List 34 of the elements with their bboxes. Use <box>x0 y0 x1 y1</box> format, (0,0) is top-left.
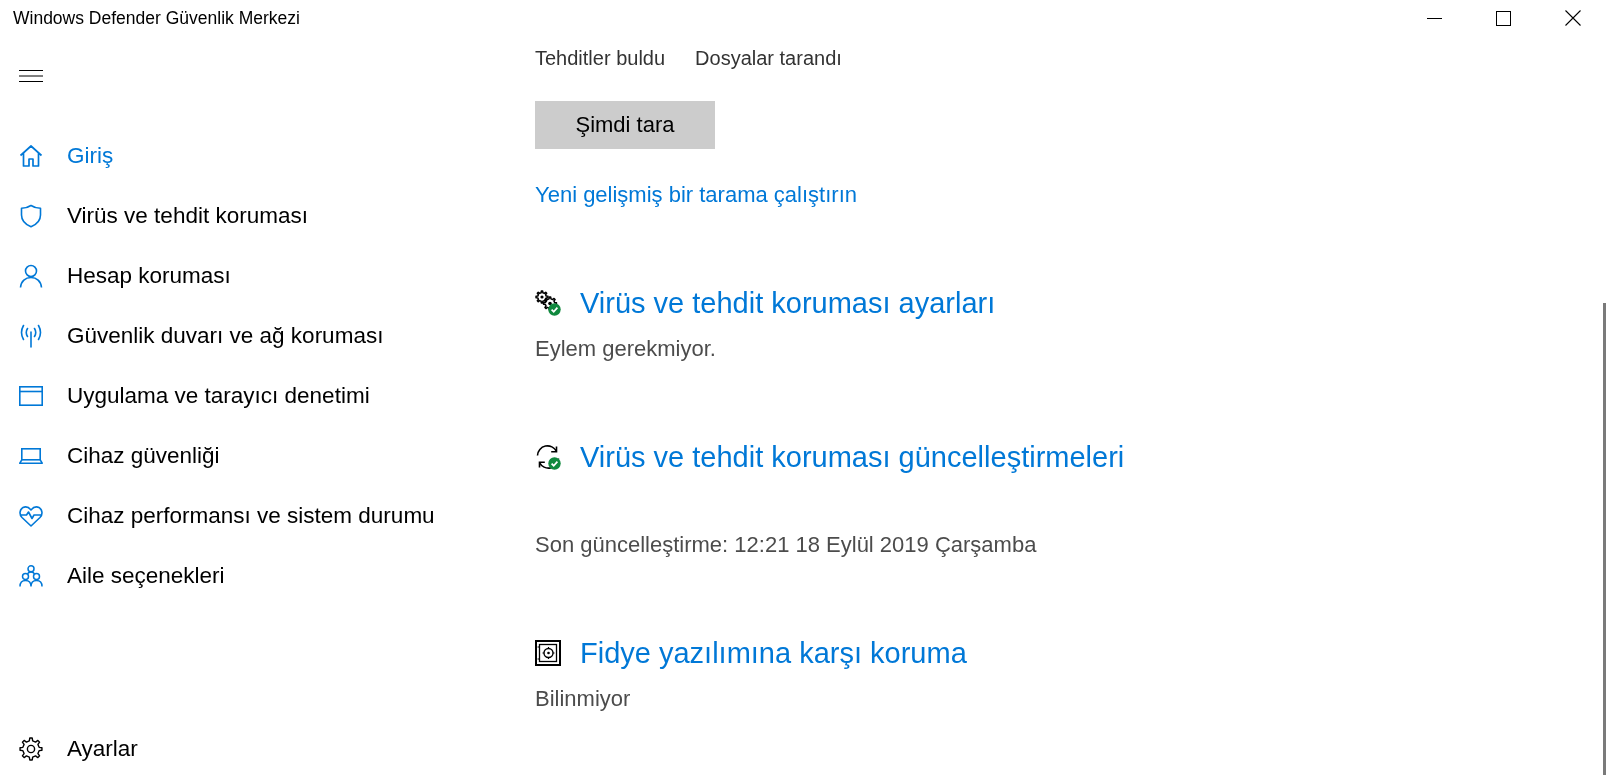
close-icon <box>1564 10 1581 26</box>
scan-now-button[interactable]: Şimdi tara <box>535 101 715 149</box>
scan-stat-label: Dosyalar tarandı <box>695 46 842 71</box>
scan-stat-label: Tehditler buldu <box>535 46 666 71</box>
nav-item[interactable]: Hesap koruması <box>19 258 231 294</box>
antenna-icon <box>19 324 43 348</box>
people-icon <box>19 565 43 587</box>
nav-item[interactable]: Aile seçenekleri <box>19 558 225 594</box>
shield-icon <box>19 204 43 228</box>
nav-item[interactable]: Giriş <box>19 138 114 174</box>
status-text: Eylem gerekmiyor. <box>535 335 716 363</box>
person-icon <box>19 264 43 288</box>
window-title: Windows Defender Güvenlik Merkezi <box>13 7 300 29</box>
advanced-scan-link[interactable]: Yeni gelişmiş bir tarama çalıştırın <box>535 181 857 209</box>
section-title-link[interactable]: Virüs ve tehdit koruması ayarları <box>580 285 996 321</box>
status-text: Son güncelleştirme: 12:21 18 Eylül 2019 Çarşamba <box>535 531 1037 559</box>
settings-nav-item[interactable]: Ayarlar <box>19 731 138 767</box>
status-text: Bilinmiyor <box>535 685 631 713</box>
section-title-link[interactable]: Fidye yazılımına karşı koruma <box>580 635 967 671</box>
home-icon <box>19 144 43 168</box>
heart-pulse-icon <box>19 505 43 527</box>
menu-icon <box>19 70 43 82</box>
nav-item[interactable]: Virüs ve tehdit koruması <box>19 198 308 234</box>
section-title-link[interactable]: Virüs ve tehdit koruması güncelleştirmeleri <box>580 439 1125 475</box>
maximize-icon <box>1496 10 1511 26</box>
nav-item[interactable]: Cihaz güvenliği <box>19 438 220 474</box>
minimize-icon <box>1427 17 1442 19</box>
browser-window-icon <box>19 386 43 406</box>
scrollbar-thumb[interactable] <box>1603 303 1606 775</box>
nav-item[interactable]: Uygulama ve tarayıcı denetimi <box>19 378 370 414</box>
nav-item[interactable]: Cihaz performansı ve sistem durumu <box>19 498 435 534</box>
laptop-icon <box>19 448 43 464</box>
nav-item[interactable]: Güvenlik duvarı ve ağ koruması <box>19 318 384 354</box>
settings-icon <box>19 737 43 761</box>
